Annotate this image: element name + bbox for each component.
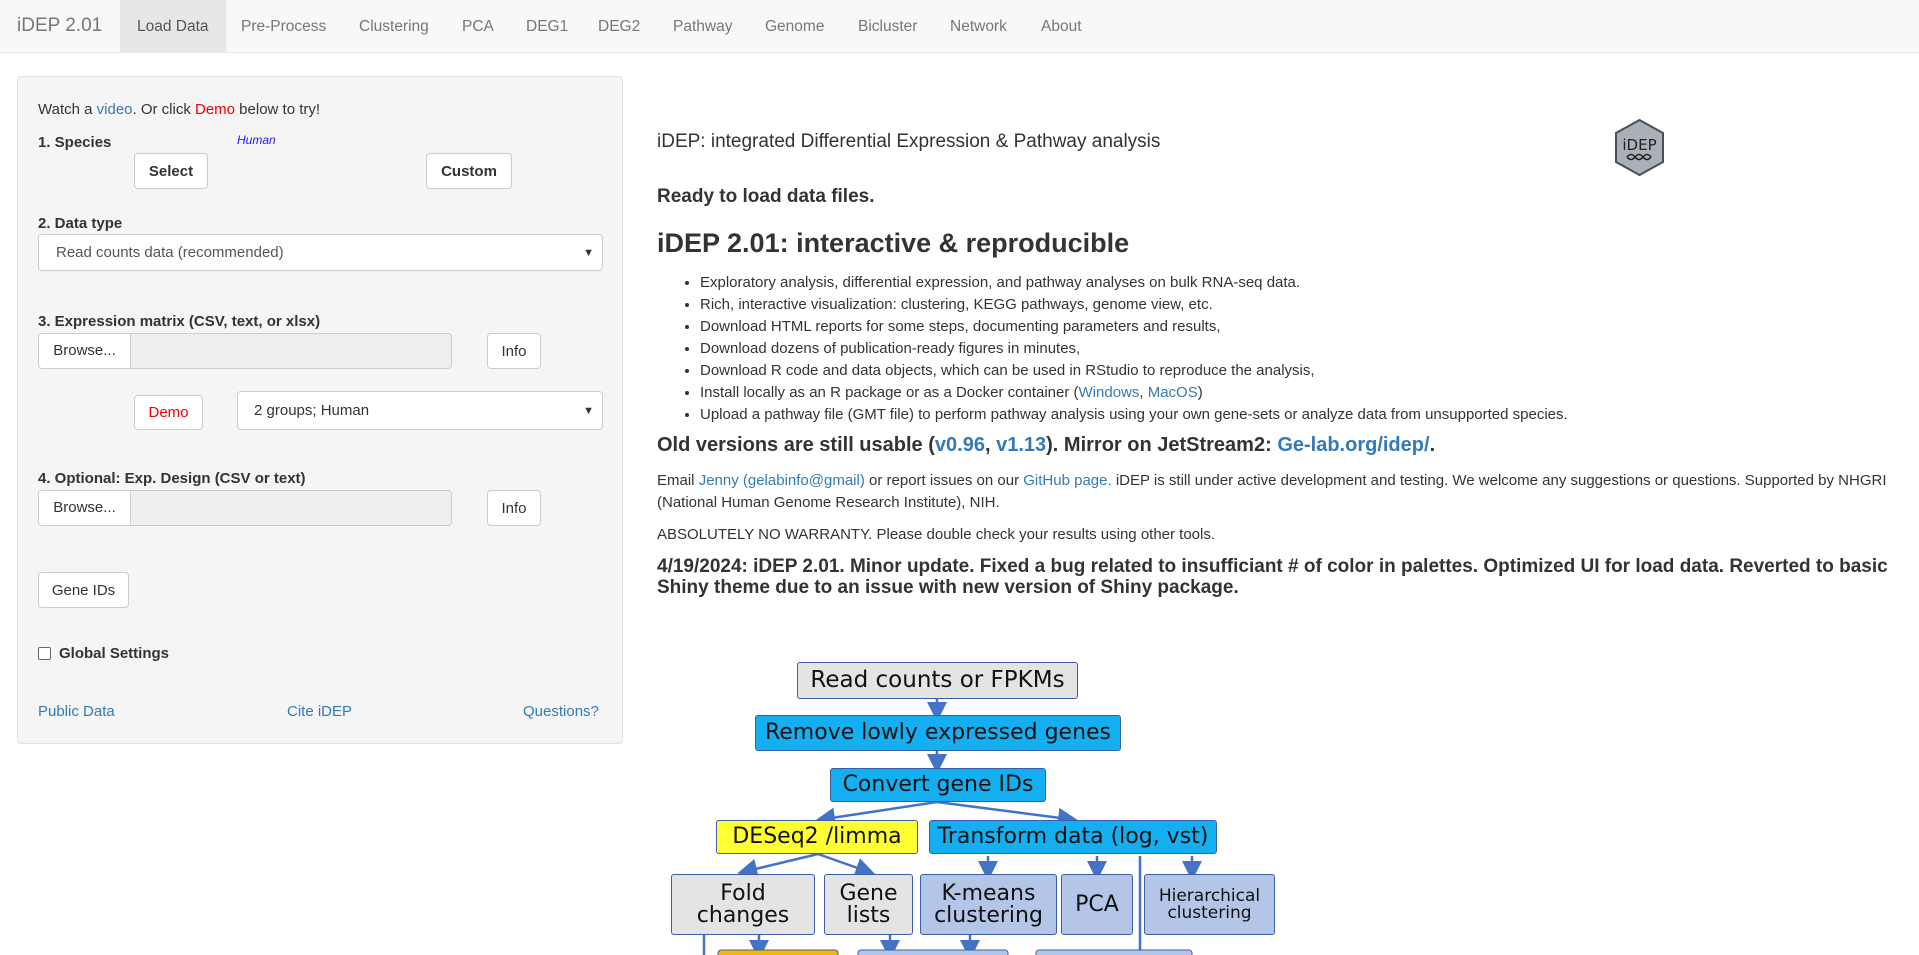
species-label: 1. Species: [38, 134, 112, 151]
expr-browse-button[interactable]: Browse...: [38, 333, 131, 369]
video-link[interactable]: video: [97, 101, 133, 118]
design-info-button[interactable]: Info: [487, 490, 541, 526]
demo-button[interactable]: Demo: [134, 395, 203, 430]
list-item: Download R code and data objects, which …: [700, 360, 1568, 382]
exp-design-file-input[interactable]: Browse...: [38, 490, 453, 526]
species-selected: Human: [237, 133, 276, 147]
tab-network[interactable]: Network: [950, 0, 1007, 53]
warranty-text: ABSOLUTELY NO WARRANTY. Please double ch…: [657, 526, 1216, 543]
global-settings-label: Global Settings: [59, 645, 170, 662]
flow-read-counts: Read counts or FPKMs: [797, 662, 1078, 699]
old-versions-text: Old versions are still usable (v0.96, v1…: [657, 434, 1436, 456]
flow-deseq-limma: DESeq2 /limma: [716, 820, 918, 854]
navbar: iDEP 2.01 Load Data Pre-Process Clusteri…: [0, 0, 1919, 53]
flow-fold-changes: Fold changes: [671, 874, 815, 935]
flow-convert-ids: Convert gene IDs: [830, 768, 1046, 802]
flow-remove-low-genes: Remove lowly expressed genes: [755, 715, 1121, 751]
contact-text: Email Jenny (gelabinfo@gmail) or report …: [657, 472, 1887, 511]
species-select-button[interactable]: Select: [134, 153, 208, 189]
cite-idep-link[interactable]: Cite iDEP: [287, 703, 352, 720]
chevron-down-icon: ▼: [583, 246, 594, 259]
flow-gene-lists: Gene lists: [824, 874, 913, 935]
tab-pathway[interactable]: Pathway: [673, 0, 732, 53]
list-item: Rich, interactive visualization: cluster…: [700, 294, 1568, 316]
demo-link[interactable]: Demo: [195, 101, 235, 118]
v096-link[interactable]: v0.96: [935, 434, 985, 456]
intro-text: Watch a video. Or click Demo below to tr…: [38, 101, 321, 118]
chevron-down-icon: ▼: [583, 404, 594, 417]
mirror-link[interactable]: Ge-lab.org/idep/: [1277, 434, 1429, 456]
sidebar-panel: Watch a video. Or click Demo below to tr…: [17, 76, 623, 744]
gene-ids-button[interactable]: Gene IDs: [38, 572, 129, 608]
status-text: Ready to load data files.: [657, 186, 875, 207]
expr-matrix-file-input[interactable]: Browse...: [38, 333, 453, 369]
expr-file-path[interactable]: [130, 333, 452, 369]
github-link[interactable]: GitHub page.: [1023, 472, 1111, 489]
v113-link[interactable]: v1.13: [996, 434, 1046, 456]
feature-list: Exploratory analysis, differential expre…: [700, 272, 1568, 426]
tab-load-data[interactable]: Load Data: [120, 0, 226, 53]
windows-link[interactable]: Windows: [1079, 384, 1140, 401]
data-type-select[interactable]: Read counts data (recommended) ▼: [38, 234, 603, 271]
species-custom-button[interactable]: Custom: [426, 153, 512, 189]
list-item: Upload a pathway file (GMT file) to perf…: [700, 404, 1568, 426]
flow-hierarchical: Hierarchical clustering: [1144, 874, 1275, 935]
idep-logo: iDEP: [1614, 118, 1665, 177]
global-settings-checkbox-row[interactable]: Global Settings: [38, 645, 169, 662]
design-file-path[interactable]: [130, 490, 452, 526]
list-item: Exploratory analysis, differential expre…: [700, 272, 1568, 294]
demo-dataset-select[interactable]: 2 groups; Human ▼: [237, 391, 603, 430]
tab-pca[interactable]: PCA: [462, 0, 494, 53]
data-type-label: 2. Data type: [38, 215, 123, 232]
tab-pre-process[interactable]: Pre-Process: [241, 0, 326, 53]
macos-link[interactable]: MacOS: [1148, 384, 1198, 401]
tab-bicluster[interactable]: Bicluster: [858, 0, 917, 53]
app-brand[interactable]: iDEP 2.01: [17, 15, 102, 37]
flow-kmeans: K-means clustering: [920, 874, 1057, 935]
public-data-link[interactable]: Public Data: [38, 703, 115, 720]
design-browse-button[interactable]: Browse...: [38, 490, 131, 526]
tab-deg1[interactable]: DEG1: [526, 0, 568, 53]
page-subtitle: iDEP: integrated Differential Expression…: [657, 131, 1161, 152]
expr-matrix-label: 3. Expression matrix (CSV, text, or xlsx…: [38, 313, 321, 330]
flow-transform: Transform data (log, vst): [929, 820, 1217, 854]
tab-about[interactable]: About: [1041, 0, 1082, 53]
tab-genome[interactable]: Genome: [765, 0, 824, 53]
flow-pca: PCA: [1061, 874, 1133, 935]
list-item: Install locally as an R package or as a …: [700, 382, 1568, 404]
logo-text: iDEP: [1622, 136, 1656, 154]
global-settings-checkbox[interactable]: [38, 647, 51, 660]
expr-info-button[interactable]: Info: [487, 333, 541, 369]
list-item: Download HTML reports for some steps, do…: [700, 316, 1568, 338]
main-heading: iDEP 2.01: interactive & reproducible: [657, 228, 1130, 258]
email-jenny-link[interactable]: Jenny (gelabinfo@gmail): [699, 472, 865, 489]
tab-deg2[interactable]: DEG2: [598, 0, 640, 53]
questions-link[interactable]: Questions?: [523, 703, 599, 720]
exp-design-label: 4. Optional: Exp. Design (CSV or text): [38, 470, 306, 487]
tab-clustering[interactable]: Clustering: [359, 0, 429, 53]
list-item: Download dozens of publication-ready fig…: [700, 338, 1568, 360]
update-news: 4/19/2024: iDEP 2.01. Minor update. Fixe…: [657, 556, 1888, 598]
